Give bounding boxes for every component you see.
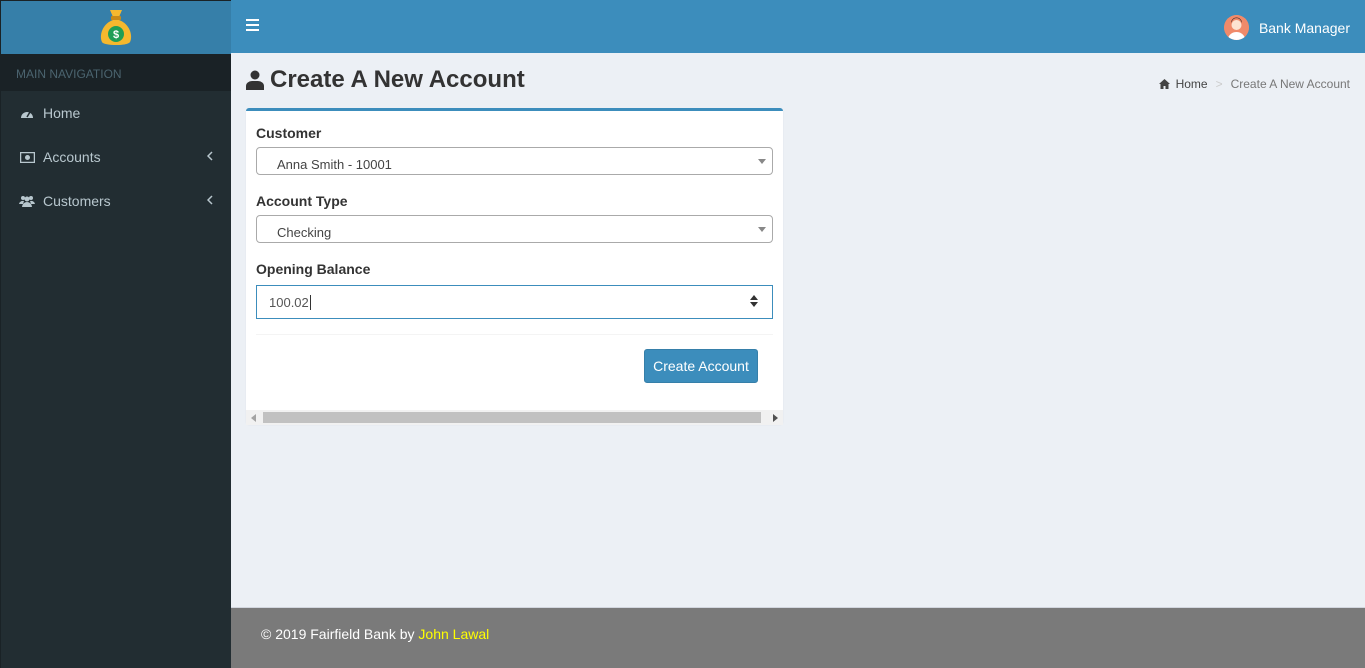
opening-balance-input[interactable]: 100.02: [256, 285, 773, 319]
account-type-select[interactable]: Checking: [256, 215, 773, 243]
user-menu[interactable]: Bank Manager: [1223, 15, 1350, 40]
create-account-form: Customer Anna Smith - 10001 Account Type…: [246, 108, 783, 425]
scrollbar-thumb[interactable]: [263, 412, 761, 423]
customer-select-value: Anna Smith - 10001: [277, 157, 392, 172]
sidebar-item-label: Customers: [43, 193, 111, 209]
dashboard-icon: [19, 107, 35, 119]
caret-down-icon: [758, 227, 766, 232]
page-title-text: Create A New Account: [270, 66, 525, 93]
customer-select[interactable]: Anna Smith - 10001: [256, 147, 773, 175]
nav-header: MAIN NAVIGATION: [1, 54, 231, 91]
sidebar-item-home[interactable]: Home: [1, 91, 231, 135]
sidebar: $ MAIN NAVIGATION Home Accounts Customer…: [0, 0, 231, 668]
breadcrumb: Home > Create A New Account: [1158, 77, 1350, 91]
scroll-right-icon[interactable]: [773, 414, 778, 422]
scroll-left-icon[interactable]: [251, 414, 256, 422]
money-icon: [19, 151, 35, 163]
divider: [256, 334, 773, 335]
user-icon: [246, 70, 264, 90]
caret-down-icon: [758, 159, 766, 164]
user-name: Bank Manager: [1258, 19, 1350, 36]
chevron-left-icon: [206, 194, 213, 208]
chevron-left-icon: [206, 150, 213, 164]
logo[interactable]: $: [1, 1, 231, 54]
number-spinner[interactable]: [750, 295, 758, 307]
sidebar-item-label: Home: [43, 105, 81, 121]
svg-text:$: $: [113, 29, 119, 41]
users-icon: [19, 195, 35, 207]
breadcrumb-home-link[interactable]: Home: [1176, 77, 1208, 91]
page-title: Create A New Account: [246, 66, 525, 94]
spin-up-icon[interactable]: [750, 295, 758, 300]
horizontal-scrollbar[interactable]: [246, 410, 783, 425]
sidebar-item-label: Accounts: [43, 149, 101, 165]
spin-down-icon[interactable]: [750, 302, 758, 307]
customer-label: Customer: [256, 125, 322, 141]
sidebar-item-customers[interactable]: Customers: [1, 179, 231, 223]
money-bag-icon: $: [100, 9, 132, 45]
opening-balance-label: Opening Balance: [256, 261, 371, 277]
footer-copyright: © 2019 Fairfield Bank by: [261, 626, 419, 642]
account-type-label: Account Type: [256, 193, 348, 209]
top-navbar: Bank Manager: [231, 0, 1365, 53]
account-type-select-value: Checking: [277, 225, 332, 240]
avatar: [1223, 15, 1249, 40]
sidebar-toggle-icon[interactable]: [246, 19, 259, 34]
sidebar-item-accounts[interactable]: Accounts: [1, 135, 231, 179]
footer-author-link[interactable]: John Lawal: [418, 626, 489, 642]
create-account-button[interactable]: Create Account: [644, 349, 758, 383]
breadcrumb-current: Create A New Account: [1230, 77, 1350, 91]
breadcrumb-separator: >: [1215, 77, 1223, 91]
opening-balance-value: 100.02: [269, 295, 309, 310]
footer: © 2019 Fairfield Bank by John Lawal: [231, 607, 1365, 668]
home-icon: [1158, 79, 1170, 89]
